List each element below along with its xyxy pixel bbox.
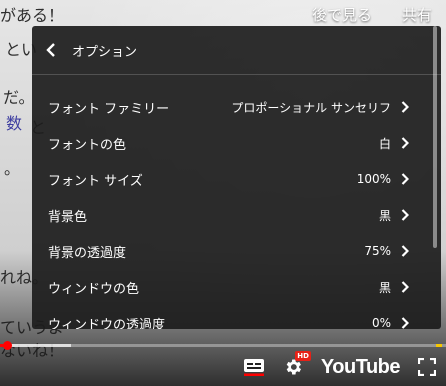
progress-bar[interactable] xyxy=(0,341,446,350)
whiteboard-text: 数 xyxy=(6,114,23,133)
fullscreen-icon[interactable] xyxy=(418,358,436,376)
settings-gear-icon[interactable]: HD xyxy=(283,351,311,377)
menu-item-background-color[interactable]: 背景色 黒 xyxy=(32,197,441,233)
menu-item-font-color[interactable]: フォントの色 白 xyxy=(32,125,441,161)
menu-item-label: フォントの色 xyxy=(48,137,127,153)
menu-item-value: 0% xyxy=(371,316,391,329)
menu-item-background-opacity[interactable]: 背景の透過度 75% xyxy=(32,233,441,269)
menu-item-label: ウィンドウの透過度 xyxy=(48,317,166,330)
menu-item-value: 白 xyxy=(378,136,391,151)
whiteboard-text: 。 xyxy=(4,159,21,178)
subtitles-icon[interactable] xyxy=(243,358,265,376)
ad-marker xyxy=(436,344,442,347)
menu-item-font-family[interactable]: フォント ファミリー プロポーショナル サンセリフ xyxy=(32,89,441,125)
menu-title: オプション xyxy=(72,44,138,60)
menu-item-label: ウィンドウの色 xyxy=(48,281,140,297)
chevron-right-icon xyxy=(401,281,409,293)
whiteboard-text: だ。 xyxy=(3,88,35,107)
menu-items: フォント ファミリー プロポーショナル サンセリフ フォントの色 白 フォント … xyxy=(32,75,441,329)
caption-options-menu: オプション フォント ファミリー プロポーショナル サンセリフ フォントの色 白… xyxy=(32,26,441,329)
menu-item-value: 黒 xyxy=(378,208,391,223)
youtube-logo[interactable]: YouTube xyxy=(321,356,401,379)
chevron-right-icon xyxy=(401,173,409,185)
share-button[interactable]: 共有 xyxy=(402,4,432,25)
watch-later-button[interactable]: 後で見る xyxy=(312,4,372,25)
chevron-right-icon xyxy=(401,101,409,113)
chevron-right-icon xyxy=(401,209,409,221)
menu-item-value: 75% xyxy=(364,244,391,258)
chevron-right-icon xyxy=(401,245,409,257)
chevron-right-icon xyxy=(401,317,409,329)
menu-item-font-size[interactable]: フォント サイズ 100% xyxy=(32,161,441,197)
menu-item-label: 背景の透過度 xyxy=(48,245,127,261)
menu-item-value: プロポーショナル サンセリフ xyxy=(231,100,391,115)
menu-scrollbar[interactable] xyxy=(433,26,437,248)
menu-item-window-color[interactable]: ウィンドウの色 黒 xyxy=(32,269,441,305)
chevron-right-icon xyxy=(401,137,409,149)
menu-item-value: 黒 xyxy=(378,280,391,295)
top-actions: 後で見る 共有 xyxy=(312,4,432,25)
menu-header[interactable]: オプション xyxy=(32,26,441,75)
menu-item-label: フォント サイズ xyxy=(48,173,143,189)
menu-item-window-opacity[interactable]: ウィンドウの透過度 0% xyxy=(32,305,441,329)
whiteboard-text: がある！ xyxy=(0,6,65,25)
control-bar: HD YouTube xyxy=(0,348,446,386)
menu-item-label: フォント ファミリー xyxy=(48,101,170,117)
back-chevron-icon[interactable] xyxy=(46,43,64,57)
hd-badge: HD xyxy=(295,351,311,361)
menu-item-label: 背景色 xyxy=(48,209,88,225)
menu-item-value: 100% xyxy=(356,172,391,186)
